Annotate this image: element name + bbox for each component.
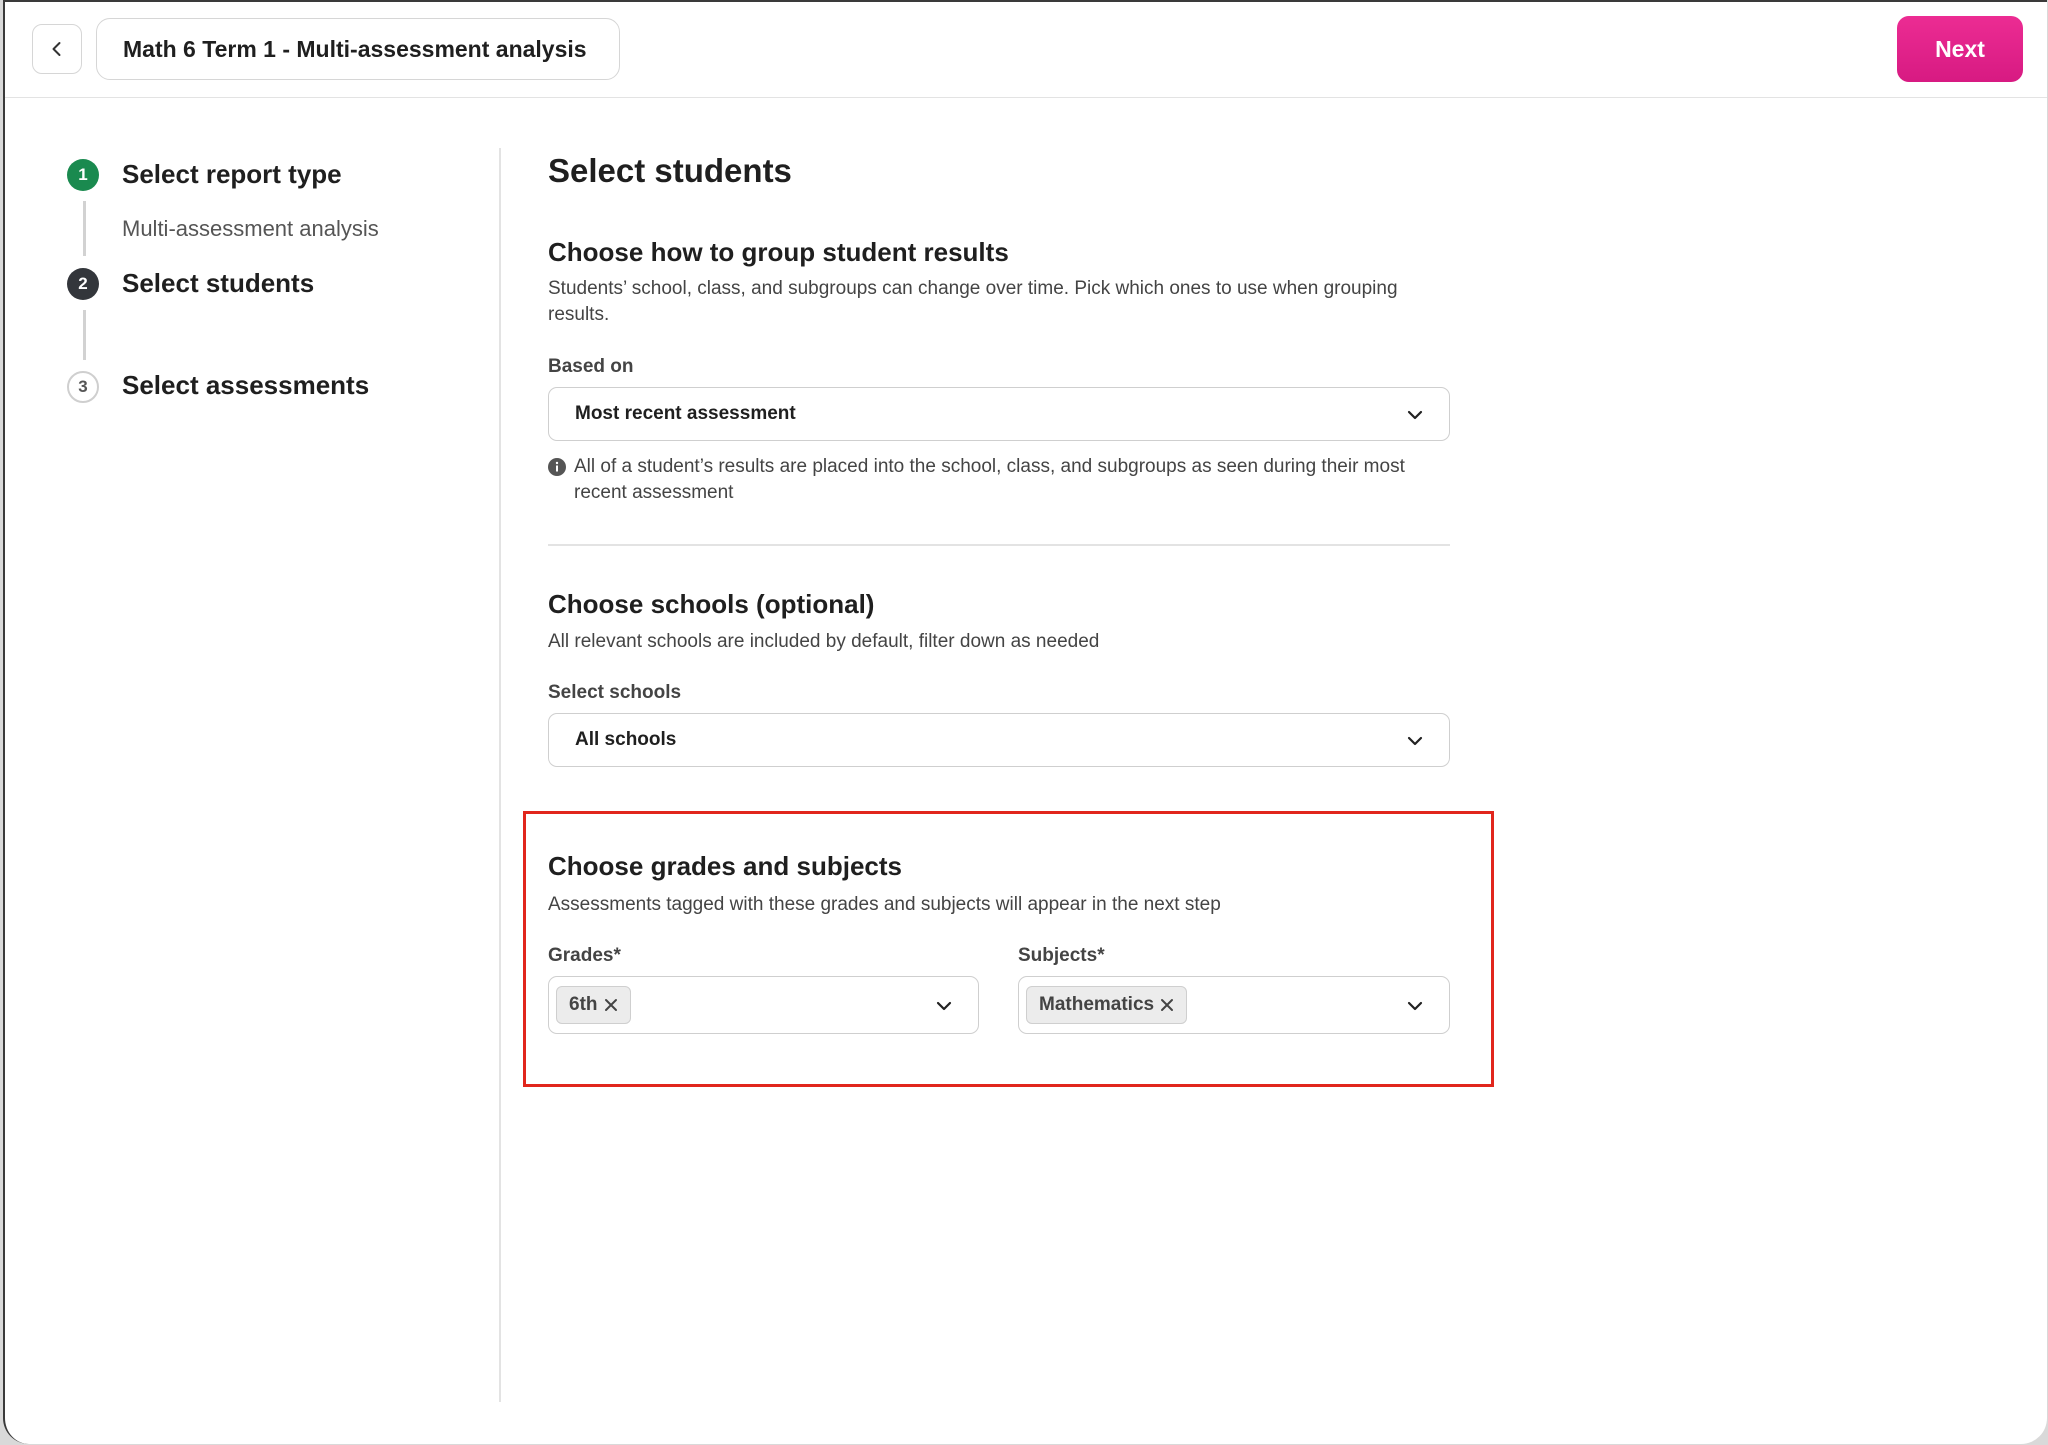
step-1-label[interactable]: Select report type bbox=[122, 159, 342, 190]
chevron-down-icon bbox=[1407, 410, 1423, 420]
grouping-heading: Choose how to group student results bbox=[548, 237, 1009, 267]
page-title: Select students bbox=[548, 152, 792, 189]
step-1-complete-icon: 1 bbox=[67, 159, 99, 191]
column-divider bbox=[499, 148, 501, 1402]
section-divider bbox=[548, 544, 1450, 546]
next-button[interactable]: Next bbox=[1897, 16, 2023, 82]
grouping-info-text: All of a student’s results are placed in… bbox=[574, 456, 1405, 503]
based-on-value: Most recent assessment bbox=[575, 403, 796, 424]
based-on-label: Based on bbox=[548, 356, 634, 377]
back-button[interactable] bbox=[32, 24, 82, 74]
step-1-sublabel: Multi-assessment analysis bbox=[122, 216, 379, 241]
step-2-label[interactable]: Select students bbox=[122, 268, 314, 299]
chevron-down-icon bbox=[1407, 736, 1423, 746]
schools-select[interactable]: All schools bbox=[548, 713, 1450, 767]
based-on-select[interactable]: Most recent assessment bbox=[548, 387, 1450, 441]
step-3-upcoming-icon: 3 bbox=[67, 371, 99, 403]
step-2-current-icon: 2 bbox=[67, 268, 99, 300]
highlight-box bbox=[523, 811, 1494, 1087]
top-bar: Math 6 Term 1 - Multi-assessment analysi… bbox=[5, 2, 2047, 98]
schools-value: All schools bbox=[575, 729, 677, 750]
report-title[interactable]: Math 6 Term 1 - Multi-assessment analysi… bbox=[96, 18, 620, 80]
step-connector bbox=[83, 201, 86, 256]
schools-description: All relevant schools are included by def… bbox=[548, 631, 1100, 652]
grouping-description: Students’ school, class, and subgroups c… bbox=[548, 278, 1398, 325]
app-window: Math 6 Term 1 - Multi-assessment analysi… bbox=[3, 0, 2047, 1444]
step-3-label[interactable]: Select assessments bbox=[122, 370, 369, 401]
info-icon bbox=[548, 458, 566, 476]
grouping-info: All of a student’s results are placed in… bbox=[548, 454, 1448, 506]
select-schools-label: Select schools bbox=[548, 682, 682, 703]
schools-heading: Choose schools (optional) bbox=[548, 589, 875, 619]
step-connector bbox=[83, 310, 86, 360]
chevron-left-icon bbox=[52, 42, 61, 56]
